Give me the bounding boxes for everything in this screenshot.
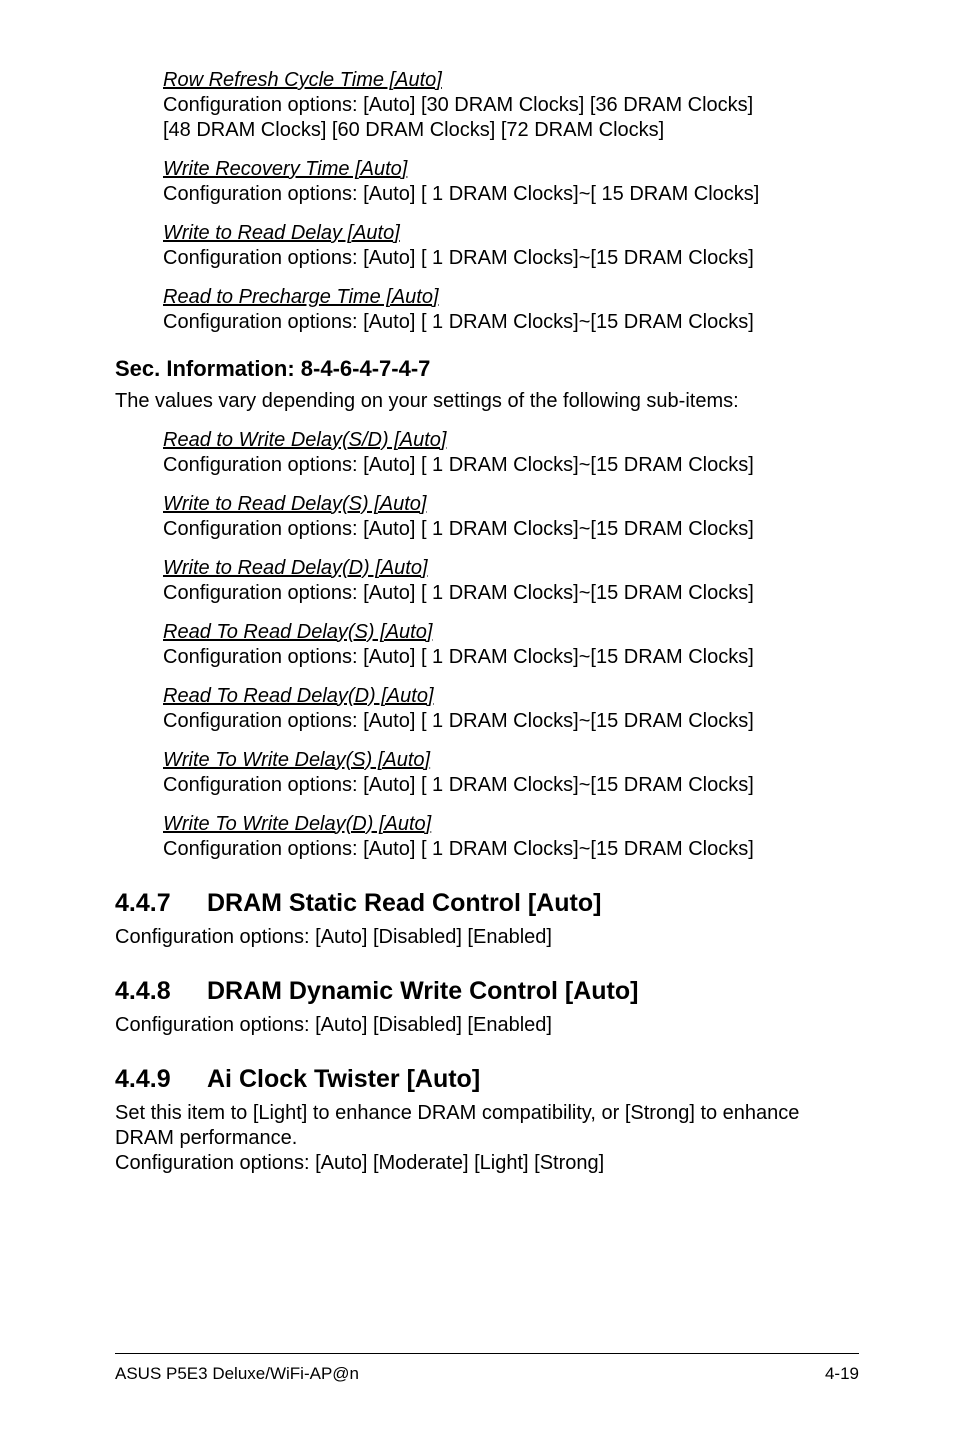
section-number: 4.4.7: [115, 888, 207, 919]
setting-body: Configuration options: [Auto] [ 1 DRAM C…: [163, 453, 859, 478]
setting-item: Read to Write Delay(S/D) [Auto] Configur…: [163, 428, 859, 478]
setting-title: Write To Write Delay(D) [Auto]: [163, 812, 859, 837]
setting-body: Configuration options: [Auto] [ 1 DRAM C…: [163, 310, 859, 335]
footer-page-number: 4-19: [825, 1364, 859, 1384]
footer-product-name: ASUS P5E3 Deluxe/WiFi-AP@n: [115, 1364, 359, 1384]
setting-body: Configuration options: [Auto] [ 1 DRAM C…: [163, 517, 859, 542]
setting-item: Write To Write Delay(S) [Auto] Configura…: [163, 748, 859, 798]
section-body: Configuration options: [Auto] [Moderate]…: [115, 1151, 859, 1176]
section-title: Ai Clock Twister [Auto]: [207, 1065, 480, 1093]
section-heading: 4.4.8DRAM Dynamic Write Control [Auto]: [115, 976, 859, 1007]
setting-item: Read To Read Delay(D) [Auto] Configurati…: [163, 684, 859, 734]
setting-item: Write Recovery Time [Auto] Configuration…: [163, 157, 859, 207]
section-heading-sec-info: Sec. Information: 8-4-6-4-7-4-7: [115, 355, 859, 383]
page-footer: ASUS P5E3 Deluxe/WiFi-AP@n 4-19: [115, 1353, 859, 1384]
setting-item: Write to Read Delay(S) [Auto] Configurat…: [163, 492, 859, 542]
setting-title: Read to Write Delay(S/D) [Auto]: [163, 428, 859, 453]
section-body: Configuration options: [Auto] [Disabled]…: [115, 1013, 859, 1038]
setting-item: Write To Write Delay(D) [Auto] Configura…: [163, 812, 859, 862]
setting-body: Configuration options: [Auto] [30 DRAM C…: [163, 93, 859, 118]
setting-item: Read To Read Delay(S) [Auto] Configurati…: [163, 620, 859, 670]
setting-title: Write to Read Delay [Auto]: [163, 221, 859, 246]
section-heading: 4.4.9Ai Clock Twister [Auto]: [115, 1064, 859, 1095]
section-title: DRAM Static Read Control [Auto]: [207, 889, 601, 917]
section-title: DRAM Dynamic Write Control [Auto]: [207, 977, 638, 1005]
section-heading: 4.4.7DRAM Static Read Control [Auto]: [115, 888, 859, 919]
setting-item: Row Refresh Cycle Time [Auto] Configurat…: [163, 68, 859, 143]
setting-title: Read To Read Delay(D) [Auto]: [163, 684, 859, 709]
setting-body: Configuration options: [Auto] [ 1 DRAM C…: [163, 837, 859, 862]
setting-title: Write To Write Delay(S) [Auto]: [163, 748, 859, 773]
setting-title: Read to Precharge Time [Auto]: [163, 285, 859, 310]
section-intro: The values vary depending on your settin…: [115, 389, 859, 414]
setting-title: Write Recovery Time [Auto]: [163, 157, 859, 182]
setting-item: Read to Precharge Time [Auto] Configurat…: [163, 285, 859, 335]
setting-body: Configuration options: [Auto] [ 1 DRAM C…: [163, 709, 859, 734]
setting-body: Configuration options: [Auto] [ 1 DRAM C…: [163, 246, 859, 271]
setting-title: Row Refresh Cycle Time [Auto]: [163, 68, 859, 93]
setting-body: Configuration options: [Auto] [ 1 DRAM C…: [163, 581, 859, 606]
setting-title: Write to Read Delay(S) [Auto]: [163, 492, 859, 517]
setting-body: Configuration options: [Auto] [ 1 DRAM C…: [163, 182, 859, 207]
section-number: 4.4.8: [115, 976, 207, 1007]
setting-title: Read To Read Delay(S) [Auto]: [163, 620, 859, 645]
setting-item: Write to Read Delay(D) [Auto] Configurat…: [163, 556, 859, 606]
setting-body: [48 DRAM Clocks] [60 DRAM Clocks] [72 DR…: [163, 118, 859, 143]
section-body: Configuration options: [Auto] [Disabled]…: [115, 925, 859, 950]
setting-title: Write to Read Delay(D) [Auto]: [163, 556, 859, 581]
setting-body: Configuration options: [Auto] [ 1 DRAM C…: [163, 645, 859, 670]
setting-item: Write to Read Delay [Auto] Configuration…: [163, 221, 859, 271]
section-body: Set this item to [Light] to enhance DRAM…: [115, 1101, 859, 1151]
setting-body: Configuration options: [Auto] [ 1 DRAM C…: [163, 773, 859, 798]
section-number: 4.4.9: [115, 1064, 207, 1095]
